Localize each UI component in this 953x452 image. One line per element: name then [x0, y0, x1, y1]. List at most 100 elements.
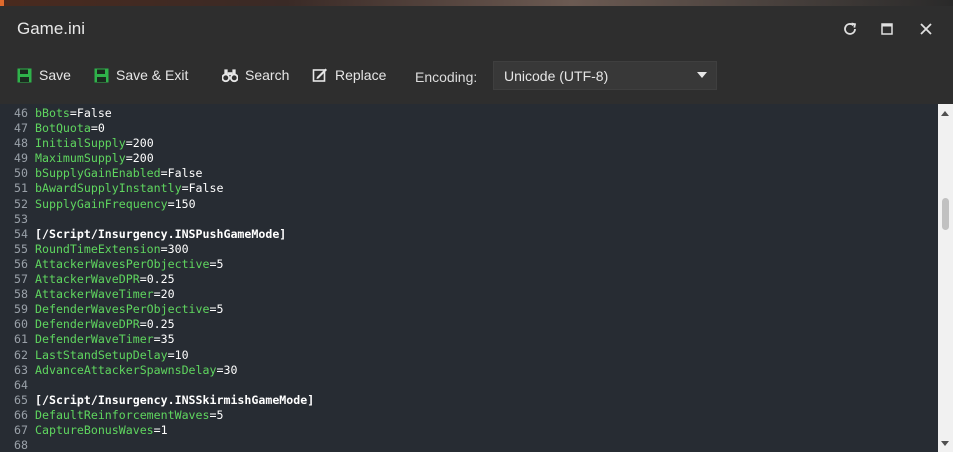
line-number: 63	[14, 362, 28, 377]
line-number: 54	[14, 226, 28, 241]
maximize-button[interactable]	[876, 18, 898, 40]
code-line[interactable]: 54 [/Script/Insurgency.INSPushGameMode]	[0, 227, 938, 242]
search-label: Search	[245, 67, 290, 83]
close-button[interactable]	[915, 18, 937, 40]
setting-value: 5	[216, 407, 224, 422]
line-text: BotQuota=0	[35, 121, 105, 136]
line-number: 66	[14, 407, 28, 422]
line-number: 47	[14, 121, 28, 136]
setting-value: 200	[132, 151, 154, 166]
code-line[interactable]: 46 bBots=False	[0, 106, 938, 121]
equals-sign: =	[209, 407, 217, 422]
setting-key: MaximumSupply	[35, 151, 126, 166]
code-line[interactable]: 60 DefenderWaveDPR=0.25	[0, 317, 938, 332]
setting-value: 5	[216, 256, 224, 271]
save-exit-label: Save & Exit	[116, 67, 189, 83]
setting-value: 150	[174, 196, 196, 211]
setting-value: 30	[223, 362, 238, 377]
code-line[interactable]: 58 AttackerWaveTimer=20	[0, 287, 938, 302]
line-number: 49	[14, 151, 28, 166]
setting-key: DefenderWaveTimer	[35, 332, 154, 347]
code-line[interactable]: 63 AdvanceAttackerSpawnsDelay=30	[0, 363, 938, 378]
save-button[interactable]: Save	[8, 61, 79, 89]
setting-key: BotQuota	[35, 121, 91, 136]
line-number: 60	[14, 317, 28, 332]
line-number: 68	[14, 438, 28, 452]
setting-key: AttackerWaveTimer	[35, 287, 154, 302]
scroll-up-icon[interactable]	[941, 111, 949, 116]
setting-key: AttackerWaveDPR	[35, 272, 140, 287]
code-line[interactable]: 68	[0, 438, 938, 452]
line-number: 58	[14, 287, 28, 302]
line-number: 51	[14, 181, 28, 196]
setting-value: 35	[160, 332, 175, 347]
equals-sign: =	[125, 151, 133, 166]
encoding-label: Encoding:	[415, 69, 478, 85]
code-line[interactable]: 66 DefaultReinforcementWaves=5	[0, 408, 938, 423]
line-text: bBots=False	[35, 106, 112, 121]
code-line[interactable]: 59 DefenderWavesPerObjective=5	[0, 302, 938, 317]
setting-key: LastStandSetupDelay	[35, 347, 168, 362]
setting-value: 0	[97, 121, 105, 136]
code-line[interactable]: 56 AttackerWavesPerObjective=5	[0, 257, 938, 272]
code-line[interactable]: 48 InitialSupply=200	[0, 136, 938, 151]
line-number: 48	[14, 136, 28, 151]
code-line[interactable]: 67 CaptureBonusWaves=1	[0, 423, 938, 438]
maximize-icon	[881, 23, 893, 35]
code-line[interactable]: 50 bSupplyGainEnabled=False	[0, 166, 938, 181]
replace-label: Replace	[335, 67, 387, 83]
code-line[interactable]: 52 SupplyGainFrequency=150	[0, 197, 938, 212]
setting-value: 200	[132, 136, 154, 151]
encoding-select[interactable]: Unicode (UTF-8)	[493, 61, 717, 90]
window-title: Game.ini	[17, 19, 86, 38]
refresh-button[interactable]	[839, 18, 861, 40]
text-editor[interactable]: 46 bBots=False 47 BotQuota=0 48 InitialSupply…	[0, 104, 953, 452]
editor-window: Game.ini Save Save & Exit Search Replace…	[0, 6, 953, 452]
setting-key: RoundTimeExtension	[35, 241, 161, 256]
equals-sign: =	[160, 241, 168, 256]
code-line[interactable]: 55 RoundTimeExtension=300	[0, 242, 938, 257]
line-text: AdvanceAttackerSpawnsDelay=30	[35, 363, 237, 378]
line-text: bAwardSupplyInstantly=False	[35, 181, 223, 196]
line-text: [/Script/Insurgency.INSSkirmishGameMode]	[35, 393, 314, 408]
line-number: 57	[14, 272, 28, 287]
line-text: SupplyGainFrequency=150	[35, 197, 196, 212]
setting-key: DefenderWavesPerObjective	[35, 302, 210, 317]
scroll-thumb[interactable]	[942, 198, 949, 230]
code-line[interactable]: 53	[0, 212, 938, 227]
code-line[interactable]: 65 [/Script/Insurgency.INSSkirmishGameMod…	[0, 393, 938, 408]
equals-sign: =	[125, 136, 133, 151]
equals-sign: =	[209, 302, 217, 317]
equals-sign: =	[160, 166, 168, 181]
close-icon	[920, 23, 932, 35]
line-number: 61	[14, 332, 28, 347]
save-exit-button[interactable]: Save & Exit	[85, 61, 196, 89]
scroll-down-icon[interactable]	[941, 441, 949, 446]
code-line[interactable]: 51 bAwardSupplyInstantly=False	[0, 181, 938, 196]
code-line[interactable]: 64	[0, 378, 938, 393]
line-text: DefenderWavesPerObjective=5	[35, 302, 223, 317]
binoculars-icon	[222, 67, 238, 83]
setting-value: 0.25	[146, 317, 175, 332]
vertical-scrollbar[interactable]	[938, 104, 953, 452]
line-text: DefenderWaveDPR=0.25	[35, 317, 175, 332]
setting-value: 10	[174, 347, 189, 362]
setting-key: bAwardSupplyInstantly	[35, 181, 182, 196]
code-line[interactable]: 61 DefenderWaveTimer=35	[0, 332, 938, 347]
code-line[interactable]: 49 MaximumSupply=200	[0, 151, 938, 166]
search-button[interactable]: Search	[214, 61, 297, 89]
save-label: Save	[39, 67, 71, 83]
line-number: 59	[14, 302, 28, 317]
code-line[interactable]: 47 BotQuota=0	[0, 121, 938, 136]
line-text: [/Script/Insurgency.INSPushGameMode]	[35, 227, 286, 242]
setting-key: DefenderWaveDPR	[35, 317, 140, 332]
replace-button[interactable]: Replace	[304, 61, 394, 89]
code-line[interactable]: 57 AttackerWaveDPR=0.25	[0, 272, 938, 287]
setting-key: AdvanceAttackerSpawnsDelay	[35, 362, 217, 377]
setting-key: InitialSupply	[35, 136, 126, 151]
line-text: bSupplyGainEnabled=False	[35, 166, 203, 181]
code-lines: 46 bBots=False 47 BotQuota=0 48 InitialSupply…	[0, 106, 938, 452]
equals-sign: =	[153, 287, 161, 302]
code-line[interactable]: 62 LastStandSetupDelay=10	[0, 348, 938, 363]
line-number: 64	[14, 377, 28, 392]
